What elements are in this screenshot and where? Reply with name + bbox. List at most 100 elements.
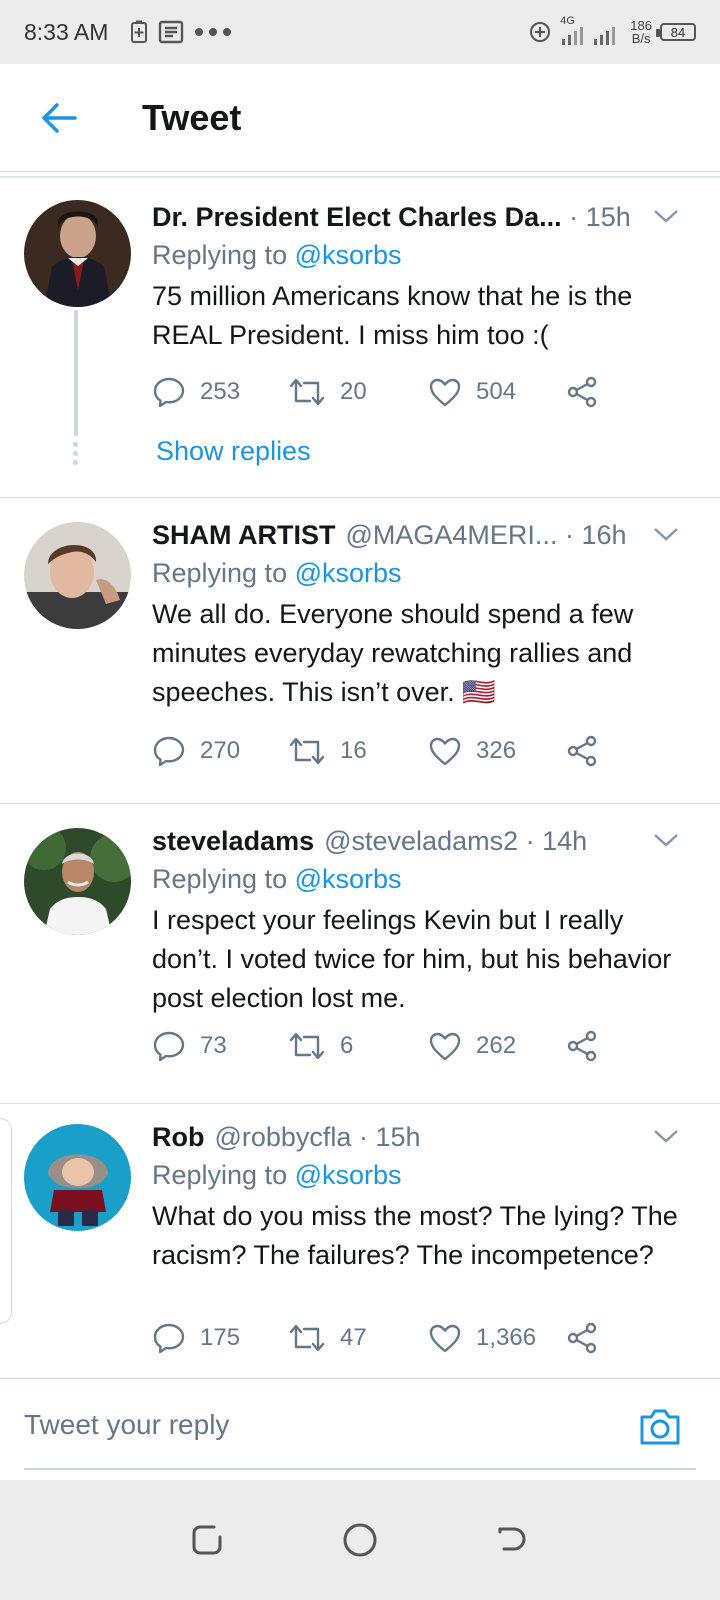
status-bar: 8:33 AM 4G 186 B/s 84: [0, 0, 720, 64]
chevron-down-icon[interactable]: [652, 206, 680, 226]
mention-link[interactable]: @ksorbs: [295, 1160, 402, 1190]
arrow-left-icon: [42, 102, 77, 133]
replying-to: Replying to @ksorbs: [152, 240, 402, 270]
user-handle[interactable]: @MAGA4MERI...: [346, 520, 558, 551]
battery-saver-icon: [131, 20, 148, 43]
mention-link[interactable]: @ksorbs: [295, 558, 402, 588]
tweet-actions: 175 47 1,366: [152, 1318, 612, 1358]
heart-icon: [429, 737, 461, 766]
retweet-button[interactable]: 47: [288, 1321, 428, 1355]
reply-button[interactable]: 73: [152, 1029, 288, 1063]
header-divider: [0, 176, 720, 178]
home-button[interactable]: [340, 1520, 380, 1560]
back-button[interactable]: [34, 93, 84, 143]
edge-panel-handle[interactable]: [0, 1118, 12, 1324]
back-nav-icon: [498, 1527, 526, 1551]
avatar[interactable]: [24, 522, 131, 629]
reply-icon: [153, 1031, 185, 1062]
avatar[interactable]: [24, 1124, 131, 1231]
retweet-button[interactable]: 20: [288, 375, 428, 409]
like-button[interactable]: 1,366: [428, 1322, 566, 1354]
retweet-button[interactable]: 16: [288, 734, 428, 768]
display-name[interactable]: steveladams: [152, 826, 314, 857]
user-handle[interactable]: @robbycfla: [214, 1122, 351, 1153]
mention-link[interactable]: @ksorbs: [295, 864, 402, 894]
reply-input[interactable]: Tweet your reply: [24, 1409, 229, 1441]
avatar[interactable]: [24, 828, 131, 935]
tweet-text: 75 million Americans know that he is the…: [152, 281, 633, 350]
chevron-down-icon[interactable]: [652, 524, 680, 544]
camera-icon[interactable]: [638, 1407, 682, 1447]
like-button[interactable]: 326: [428, 735, 566, 767]
share-icon: [567, 735, 597, 767]
tweet-header: Dr. President Elect Charles Da... · 15h: [152, 201, 631, 233]
tweet-time: 15h: [585, 201, 631, 232]
share-button[interactable]: [566, 376, 612, 408]
reply-icon: [153, 1323, 185, 1354]
reply-underline: [24, 1468, 696, 1470]
home-icon: [343, 1523, 377, 1557]
reply-button[interactable]: 270: [152, 734, 288, 768]
tweet-item[interactable]: Rob @robbycfla · 15h Replying to @ksorbs…: [0, 1104, 720, 1378]
replying-to: Replying to @ksorbs: [152, 1160, 402, 1190]
data-saver-icon: [530, 22, 551, 42]
display-name[interactable]: Rob: [152, 1122, 204, 1153]
heart-icon: [429, 378, 461, 407]
share-icon: [567, 376, 597, 408]
tweet-actions: 253 20 504: [152, 372, 612, 412]
tweet-item[interactable]: SHAM ARTIST @MAGA4MERI... · 16h Replying…: [0, 498, 720, 804]
tweet-item[interactable]: steveladams @steveladams2 · 14h Replying…: [0, 804, 720, 1104]
share-button[interactable]: [566, 1030, 612, 1062]
battery-icon: 84: [656, 23, 696, 41]
tweet-actions: 270 16 326: [152, 731, 612, 771]
chevron-down-icon[interactable]: [652, 1126, 680, 1146]
chevron-down-icon[interactable]: [652, 830, 680, 850]
share-button[interactable]: [566, 735, 612, 767]
like-button[interactable]: 504: [428, 376, 566, 408]
replying-to: Replying to @ksorbs: [152, 864, 402, 894]
share-icon: [567, 1322, 597, 1354]
page-title: Tweet: [142, 96, 242, 138]
signal-icon: [562, 27, 584, 45]
mention-link[interactable]: @ksorbs: [295, 240, 402, 270]
share-icon: [567, 1030, 597, 1062]
tweet-item[interactable]: Dr. President Elect Charles Da... · 15h …: [0, 180, 720, 498]
retweet-icon: [289, 737, 325, 765]
network-speed: 186 B/s: [630, 18, 652, 46]
show-replies-link[interactable]: Show replies: [156, 436, 311, 467]
retweet-icon: [289, 1324, 325, 1352]
tweet-time: 15h: [375, 1121, 421, 1152]
replying-to: Replying to @ksorbs: [152, 558, 402, 588]
tweet-actions: 73 6 262: [152, 1026, 612, 1066]
status-time: 8:33 AM: [24, 18, 109, 45]
recents-button[interactable]: [187, 1520, 227, 1560]
thread-line: [74, 310, 78, 436]
display-name[interactable]: SHAM ARTIST: [152, 520, 336, 551]
signal-icon-2: [594, 27, 616, 45]
tweet-text: What do you miss the most? The lying? Th…: [152, 1201, 678, 1270]
avatar[interactable]: [24, 200, 131, 307]
share-button[interactable]: [566, 1322, 612, 1354]
heart-icon: [429, 1032, 461, 1061]
tweet-header: SHAM ARTIST @MAGA4MERI... · 16h: [152, 519, 627, 551]
network-type: 4G: [560, 15, 575, 27]
heart-icon: [429, 1324, 461, 1353]
like-button[interactable]: 262: [428, 1030, 566, 1062]
tweet-text: We all do. Everyone should spend a few m…: [152, 599, 634, 707]
thread-dots: [73, 442, 79, 469]
retweet-icon: [289, 378, 325, 406]
back-nav-button[interactable]: [493, 1520, 533, 1560]
retweet-button[interactable]: 6: [288, 1029, 428, 1063]
tweet-time: 16h: [581, 519, 627, 550]
reply-button[interactable]: 253: [152, 375, 288, 409]
tweet-header: Rob @robbycfla · 15h: [152, 1121, 421, 1153]
reply-button[interactable]: 175: [152, 1321, 288, 1355]
display-name[interactable]: Dr. President Elect Charles Da...: [152, 202, 562, 233]
retweet-icon: [289, 1032, 325, 1060]
recents-icon: [192, 1525, 222, 1555]
tweet-text: I respect your feelings Kevin but I real…: [152, 905, 672, 1013]
system-nav-bar: [0, 1480, 720, 1600]
user-handle[interactable]: @steveladams2: [324, 826, 518, 857]
reply-composer: Tweet your reply: [0, 1378, 720, 1480]
news-icon: [159, 20, 184, 44]
